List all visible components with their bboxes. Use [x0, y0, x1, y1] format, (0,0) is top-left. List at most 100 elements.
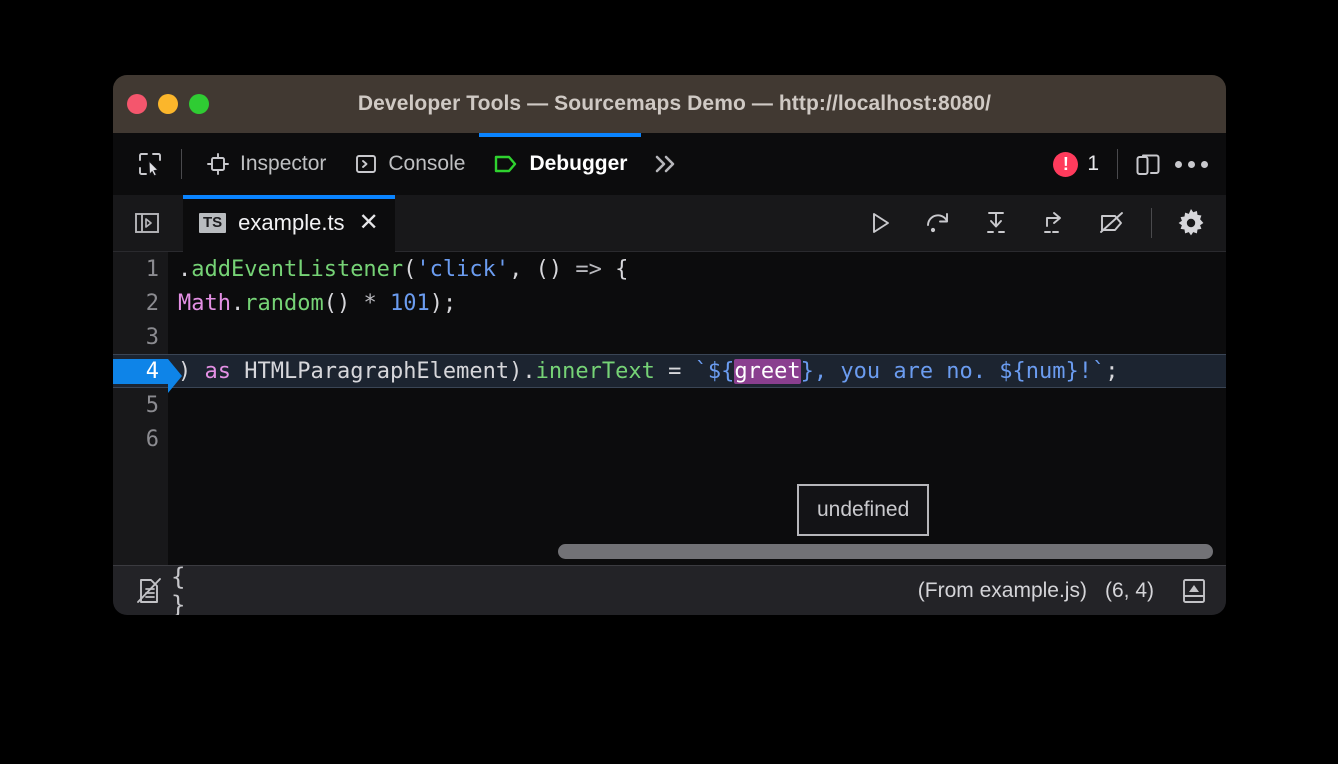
debugger-controls	[851, 195, 1226, 251]
responsive-design-mode-icon	[1135, 151, 1163, 177]
error-exclamation-icon: !	[1053, 152, 1078, 177]
tab-console[interactable]: Console	[340, 133, 479, 195]
console-icon	[354, 152, 378, 176]
element-picker-button[interactable]	[129, 143, 171, 185]
gear-icon	[1177, 209, 1205, 237]
code-token: addEventListener	[191, 257, 403, 282]
code-token: ()	[536, 257, 576, 282]
code-token: .	[231, 291, 244, 316]
step-out-button[interactable]	[1025, 198, 1083, 248]
editor-line: 3	[113, 320, 1226, 354]
line-number: 6	[113, 427, 168, 452]
pretty-print-button[interactable]: { }	[171, 569, 215, 613]
line-number: 5	[113, 393, 168, 418]
toolbar-right-group: ! 1	[1045, 133, 1212, 195]
source-map-disabled-icon	[135, 577, 163, 605]
code-token: }, you are no. ${num}!`	[801, 359, 1106, 384]
code-token: (	[403, 257, 416, 282]
breakpoint-slashed-icon	[1098, 210, 1126, 236]
step-in-arrow-icon	[982, 210, 1010, 236]
tab-inspector[interactable]: Inspector	[192, 133, 340, 195]
play-triangle-icon	[867, 210, 893, 236]
code-token: .	[178, 257, 191, 282]
step-in-button[interactable]	[967, 198, 1025, 248]
devtools-toolbar: Inspector Console Debugger	[113, 133, 1226, 195]
code-token: ).	[509, 359, 536, 384]
editor-lines: 1 .addEventListener('click', () => { 2 M…	[113, 252, 1226, 456]
line-number-paused: 4	[113, 359, 168, 384]
close-tab-button[interactable]: ✕	[357, 211, 381, 235]
code-token: {	[615, 257, 628, 282]
line-code: ) as HTMLParagraphElement).innerText = `…	[168, 359, 1226, 384]
code-token: random	[244, 291, 323, 316]
statusbar-right-group: (From example.js) (6, 4)	[918, 569, 1216, 613]
cursor-position-label: (6, 4)	[1105, 579, 1154, 603]
debugger-icon	[493, 152, 519, 176]
window-titlebar: Developer Tools — Sourcemaps Demo — http…	[113, 75, 1226, 133]
tab-inspector-label: Inspector	[240, 152, 326, 176]
variable-value-tooltip: undefined	[797, 484, 929, 536]
line-number: 3	[113, 325, 168, 350]
toolbar-divider	[181, 149, 182, 179]
code-token: 101	[390, 291, 430, 316]
toggle-sources-pane-button[interactable]	[125, 201, 169, 245]
code-token: =	[655, 359, 695, 384]
source-editor[interactable]: 1 .addEventListener('click', () => { 2 M…	[113, 252, 1226, 565]
code-token: `${	[695, 359, 735, 384]
code-token: ,	[509, 257, 536, 282]
editor-horizontal-scrollbar[interactable]	[168, 544, 1226, 560]
editor-statusbar: { } (From example.js) (6, 4)	[113, 565, 1226, 615]
tab-debugger[interactable]: Debugger	[479, 133, 641, 195]
highlighted-variable[interactable]: greet	[734, 359, 800, 384]
code-token: as	[205, 359, 245, 384]
toolbar-overflow-button[interactable]	[641, 143, 691, 185]
source-file-name: example.ts	[238, 210, 344, 236]
toolbar-left-group: Inspector Console Debugger	[129, 133, 691, 195]
debugger-settings-button[interactable]	[1162, 198, 1220, 248]
scrollbar-thumb[interactable]	[558, 544, 1213, 559]
code-token: 'click'	[416, 257, 509, 282]
source-map-toggle-button[interactable]	[127, 569, 171, 613]
line-number: 1	[113, 257, 168, 282]
code-token: HTMLParagraphElement	[244, 359, 509, 384]
editor-line: 6	[113, 422, 1226, 456]
maximize-window-button[interactable]	[189, 94, 209, 114]
step-out-arrow-icon	[1040, 210, 1068, 236]
code-token: ()	[324, 291, 364, 316]
code-token: *	[363, 291, 390, 316]
editor-line-paused: 4 ) as HTMLParagraphElement).innerText =…	[113, 354, 1226, 388]
responsive-design-mode-button[interactable]	[1128, 143, 1170, 185]
code-token: ;	[1105, 359, 1118, 384]
window-title: Developer Tools — Sourcemaps Demo — http…	[209, 92, 1140, 116]
toggle-sources-pane-icon	[133, 210, 161, 236]
step-over-button[interactable]	[909, 198, 967, 248]
toolbar-divider-right	[1117, 149, 1118, 179]
element-picker-icon	[137, 151, 163, 177]
chevron-double-right-icon	[651, 152, 681, 176]
split-console-button[interactable]	[1172, 569, 1216, 613]
code-token: innerText	[536, 359, 655, 384]
screenshot-root: Developer Tools — Sourcemaps Demo — http…	[0, 0, 1338, 764]
code-token: Math	[178, 291, 231, 316]
source-tabbar: TS example.ts ✕	[113, 195, 1226, 252]
source-origin-label: (From example.js)	[918, 579, 1087, 603]
tab-console-label: Console	[388, 152, 465, 176]
tab-debugger-label: Debugger	[529, 152, 627, 176]
devtools-menu-button[interactable]	[1170, 143, 1212, 185]
error-count-badge[interactable]: ! 1	[1045, 152, 1107, 177]
minimize-window-button[interactable]	[158, 94, 178, 114]
deactivate-breakpoints-button[interactable]	[1083, 198, 1141, 248]
typescript-badge: TS	[199, 213, 226, 233]
resume-button[interactable]	[851, 198, 909, 248]
split-console-icon	[1181, 577, 1207, 605]
devtools-window: Developer Tools — Sourcemaps Demo — http…	[113, 75, 1226, 615]
inspector-icon	[206, 152, 230, 176]
close-window-button[interactable]	[127, 94, 147, 114]
meatball-menu-icon	[1175, 161, 1208, 168]
step-over-arc-icon	[924, 210, 952, 236]
line-code: .addEventListener('click', () => {	[168, 257, 1226, 282]
source-file-tab[interactable]: TS example.ts ✕	[183, 195, 395, 252]
pretty-print-icon: { }	[171, 563, 215, 616]
code-token: =>	[575, 257, 615, 282]
editor-line: 2 Math.random() * 101);	[113, 286, 1226, 320]
